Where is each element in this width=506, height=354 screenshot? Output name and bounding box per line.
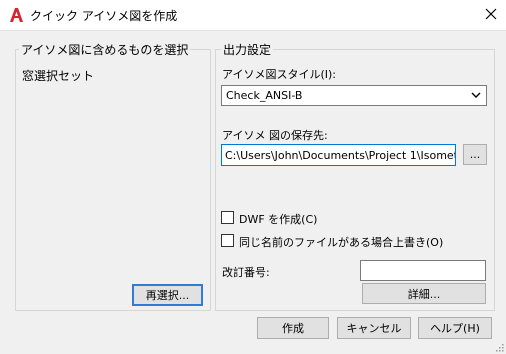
close-button[interactable] [476,0,506,28]
reselect-button[interactable]: 再選択... [132,284,203,306]
window-title: クイック アイソメ図を作成 [30,9,178,23]
selection-set-text: 窓選択セット [22,69,95,83]
selection-group-legend: アイソメ図に含めるものを選択 [19,41,191,58]
style-label: アイソメ図スタイル(I): [222,68,336,81]
revision-number-input[interactable] [360,260,486,281]
output-settings-legend: 出力設定 [221,41,274,58]
overwrite-checkbox-label[interactable]: 同じ名前のファイルがある場合上書き(O) [239,234,443,250]
details-button-label: 詳細... [407,287,441,301]
autocad-a-icon [10,8,23,22]
details-button[interactable]: 詳細... [362,283,486,304]
help-button[interactable]: ヘルプ(H) [418,317,492,339]
help-button-label: ヘルプ(H) [430,322,480,335]
close-icon [485,8,497,20]
save-path-value: C:\Users\John\Documents\Project 1\Isomet… [225,149,456,162]
cancel-button[interactable]: キャンセル [337,317,411,339]
browse-button-label: ... [469,148,481,161]
style-dropdown[interactable]: Check_ANSI-B [221,85,487,106]
create-button-label: 作成 [282,322,304,335]
cancel-button-label: キャンセル [346,322,402,335]
browse-button[interactable]: ... [463,144,487,165]
style-dropdown-value: Check_ANSI-B [226,89,303,102]
save-location-label: アイソメ 図の保存先: [222,129,328,142]
resize-grip-icon[interactable] [494,342,504,352]
chevron-down-icon [471,92,481,98]
dwf-checkbox[interactable] [221,211,234,224]
create-button[interactable]: 作成 [257,317,329,339]
dwf-checkbox-label[interactable]: DWF を作成(C) [239,211,317,227]
title-bar: クイック アイソメ図を作成 [0,0,506,31]
revision-number-label: 改訂番号: [222,266,270,279]
overwrite-checkbox[interactable] [221,234,234,247]
reselect-button-label: 再選択... [145,289,190,302]
selection-group [15,49,211,311]
save-path-field[interactable]: C:\Users\John\Documents\Project 1\Isomet… [221,144,456,166]
